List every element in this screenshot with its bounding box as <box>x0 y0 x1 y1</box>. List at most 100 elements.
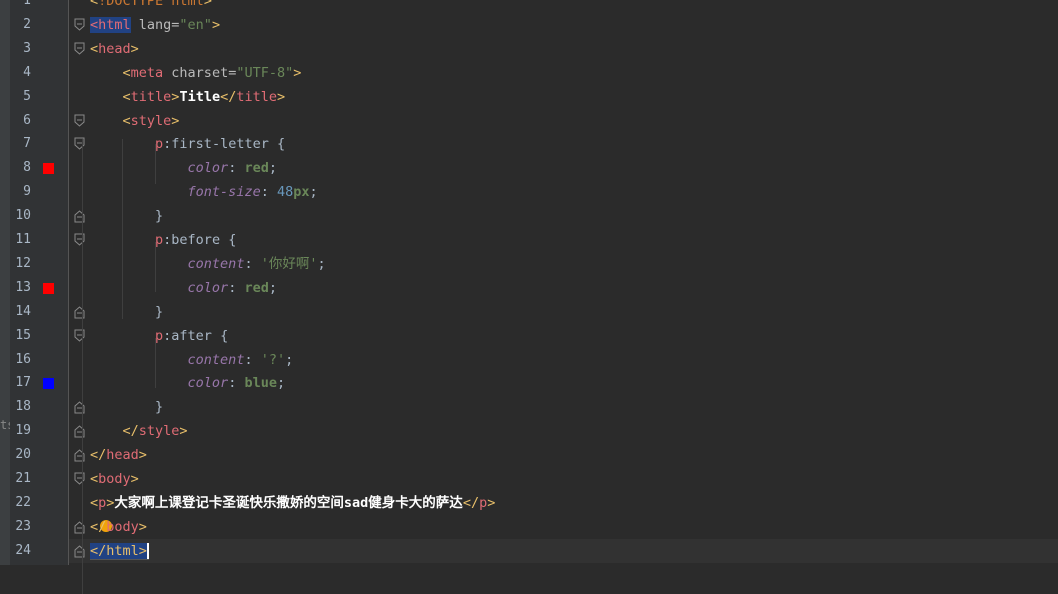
code-token: < <box>90 0 99 9</box>
fold-open-icon[interactable] <box>74 233 85 247</box>
code-line[interactable]: 18 } <box>15 395 1058 419</box>
code-token: :after { <box>163 327 229 344</box>
code-token: content <box>187 255 245 272</box>
code-token: < <box>90 40 99 57</box>
code-token: body <box>106 518 139 535</box>
code-token: ; <box>268 279 277 296</box>
code-line[interactable]: 5 <title>Title</title> <box>23 85 1058 109</box>
code-line[interactable]: 24 </html> <box>15 538 1058 563</box>
code-line[interactable]: 20 </head> <box>15 443 1058 467</box>
code-editor[interactable]: ts 1 <!DOCTYPE html> 2 <html lang="en"> 3 <he… <box>0 0 1058 594</box>
line-number: 3 <box>23 40 31 56</box>
fold-open-icon[interactable] <box>74 137 85 151</box>
code-token: content <box>187 351 245 368</box>
code-token: Title <box>179 88 221 105</box>
code-token: :before { <box>163 232 237 248</box>
code-token: </ <box>220 88 237 105</box>
line-number: 8 <box>23 160 31 176</box>
code-line[interactable]: 8 color: red; <box>23 156 1058 180</box>
code-token: } <box>155 399 164 416</box>
code-token: > <box>293 64 302 81</box>
line-number: 10 <box>15 208 31 224</box>
code-token: > <box>138 518 147 535</box>
code-line[interactable]: 6 <style> <box>23 109 1058 133</box>
code-token: font-size <box>187 184 261 201</box>
fold-close-icon[interactable] <box>74 305 85 319</box>
code-text: <style> <box>90 112 180 129</box>
code-line[interactable]: 1 <!DOCTYPE html> <box>23 0 1058 13</box>
code-line[interactable]: 7 p:first-letter { <box>23 132 1058 156</box>
code-text: <html lang="en"> <box>90 16 220 33</box>
code-text: font-size: 48px; <box>90 184 318 200</box>
code-line[interactable]: 2 <html lang="en"> <box>23 13 1058 37</box>
line-number: 18 <box>15 399 31 415</box>
code-line[interactable]: 16 content: '?'; <box>15 348 1058 372</box>
code-token: style <box>130 112 172 129</box>
code-line[interactable]: 19 </style> <box>15 419 1058 443</box>
code-line[interactable]: 23 </body> <box>15 515 1058 539</box>
code-line[interactable]: 14 } <box>15 300 1058 324</box>
code-token: !DOCTYPE html <box>98 0 204 9</box>
code-line[interactable]: 22 <p>大家啊上课登记卡圣诞快乐撒娇的空间sad健身卡大的萨达</p> <box>15 491 1058 515</box>
code-token: head <box>106 447 139 464</box>
code-line[interactable]: 9 font-size: 48px; <box>23 180 1058 204</box>
color-swatch-marker[interactable] <box>43 378 54 390</box>
code-line[interactable]: 4 <meta charset="UTF-8"> <box>23 61 1058 85</box>
indent-guide <box>82 139 83 594</box>
line-number: 13 <box>15 279 31 295</box>
text-caret <box>146 542 149 559</box>
code-text: <p>大家啊上课登记卡圣诞快乐撒娇的空间sad健身卡大的萨达</p> <box>90 495 495 511</box>
line-number: 16 <box>15 351 31 367</box>
fold-open-icon[interactable] <box>74 18 85 32</box>
code-line[interactable]: 12 content: '你好啊'; <box>15 252 1058 276</box>
fold-close-icon[interactable] <box>74 209 85 223</box>
code-area[interactable]: 1 <!DOCTYPE html> 2 <html lang="en"> 3 <head>… <box>15 0 1058 594</box>
fold-close-icon[interactable] <box>74 400 85 414</box>
line-number: 4 <box>23 64 31 80</box>
fold-close-icon[interactable] <box>74 520 85 534</box>
fold-open-icon[interactable] <box>74 472 85 486</box>
color-swatch-marker[interactable] <box>43 282 54 294</box>
code-text: p:before { <box>90 232 236 248</box>
color-swatch-marker[interactable] <box>43 163 54 175</box>
code-line[interactable]: 13 color: red; <box>15 276 1058 300</box>
code-text: color: red; <box>90 160 277 176</box>
line-number: 21 <box>15 471 31 486</box>
indent-guide <box>155 144 156 184</box>
code-text: </head> <box>90 447 147 463</box>
code-text: <title>Title</title> <box>90 88 286 105</box>
code-token: color <box>187 160 229 177</box>
fold-open-icon[interactable] <box>74 114 85 128</box>
fold-open-icon[interactable] <box>74 42 85 56</box>
indent-guide <box>122 139 123 319</box>
line-number: 15 <box>15 327 31 343</box>
fold-close-icon[interactable] <box>74 448 85 462</box>
line-number: 2 <box>23 16 31 32</box>
code-line[interactable]: 17 color: blue; <box>15 371 1058 395</box>
code-token: > <box>203 0 212 9</box>
code-text: p:first-letter { <box>90 136 285 152</box>
code-token: > <box>138 447 147 464</box>
fold-open-icon[interactable] <box>74 329 85 343</box>
code-token: < <box>122 88 131 105</box>
code-text: color: red; <box>90 280 277 296</box>
code-line[interactable]: 11 p:before { <box>15 228 1058 252</box>
code-line[interactable]: 15 p:after { <box>15 324 1058 348</box>
fold-close-icon[interactable] <box>74 544 85 558</box>
code-token: > <box>171 112 180 129</box>
line-number: 11 <box>15 232 31 247</box>
code-token: body <box>98 471 131 487</box>
code-line[interactable]: 3 <head> <box>23 37 1058 61</box>
line-number: 9 <box>23 184 31 200</box>
code-token: "en" <box>179 16 212 33</box>
code-line[interactable]: 10 } <box>15 204 1058 228</box>
code-token: p <box>155 136 164 153</box>
code-line[interactable]: 21 <body> <box>15 467 1058 491</box>
line-number: 14 <box>15 303 31 319</box>
code-token: ; <box>309 184 318 201</box>
fold-close-icon[interactable] <box>74 424 85 438</box>
